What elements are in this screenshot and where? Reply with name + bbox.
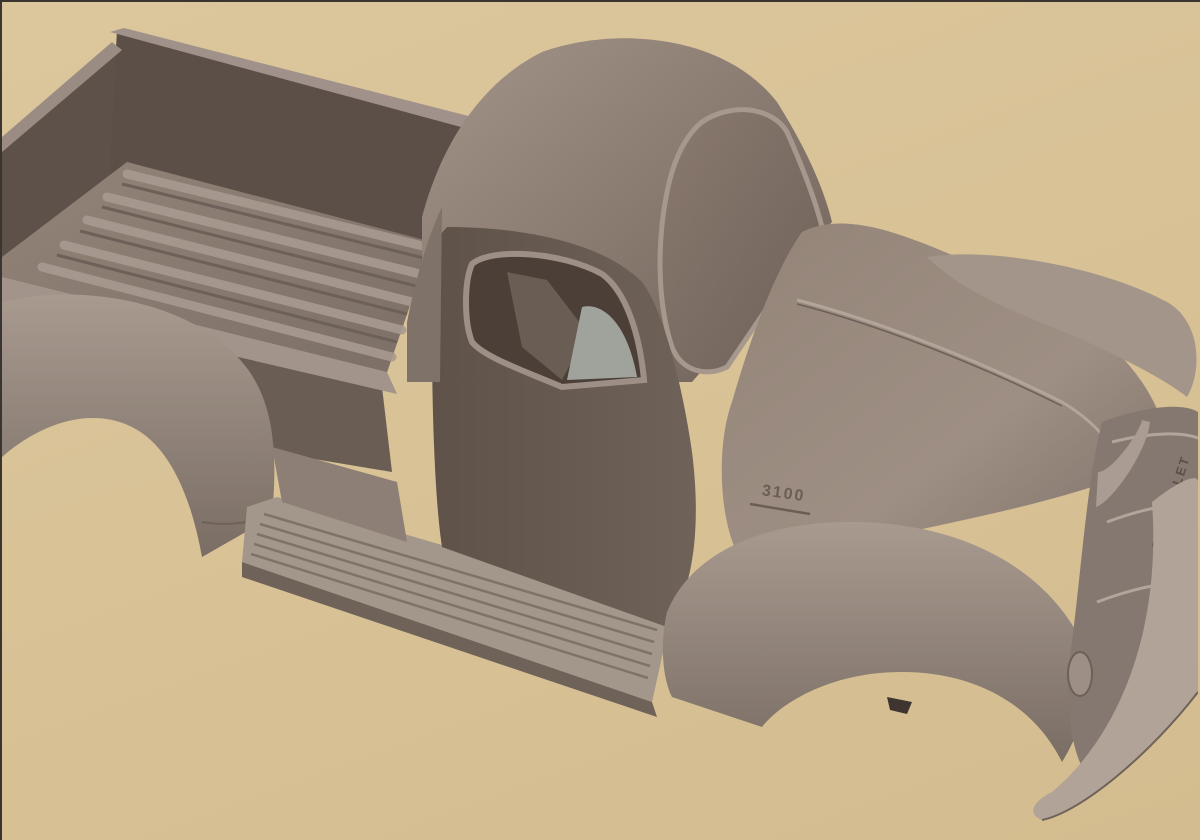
front-fender-near (662, 522, 1090, 762)
3d-viewport[interactable]: 3100 CHEVROLET (0, 0, 1200, 840)
truck-model-render[interactable]: 3100 CHEVROLET (2, 2, 1198, 840)
headlight (1067, 651, 1093, 697)
